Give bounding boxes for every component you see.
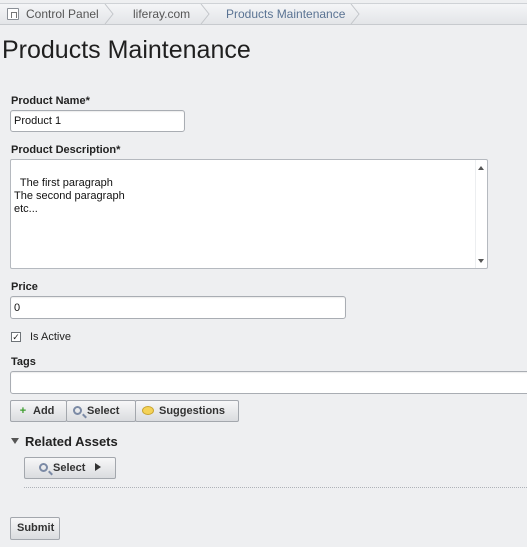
search-icon [39,463,48,472]
breadcrumb-separator-icon [350,4,360,24]
arrow-right-icon [95,463,102,471]
product-description-textarea[interactable]: The first paragraph The second paragraph… [10,159,488,269]
textarea-scrollbar[interactable] [475,160,487,268]
breadcrumb-control-panel[interactable]: Control Panel [26,4,99,24]
related-assets-title[interactable]: Related Assets [25,434,118,449]
breadcrumb-liferay[interactable]: liferay.com [133,4,190,24]
breadcrumb-products-maintenance[interactable]: Products Maintenance [226,4,345,24]
scroll-up-icon[interactable] [478,166,484,170]
price-input[interactable] [10,296,346,319]
add-tag-button[interactable]: + Add [10,400,67,422]
page-title: Products Maintenance [2,36,251,64]
price-label: Price [11,281,38,293]
speech-bubble-icon [142,406,154,415]
control-panel-icon [7,8,19,20]
collapse-toggle-icon[interactable] [11,438,19,444]
submit-button[interactable]: Submit [10,517,60,540]
breadcrumb: Control Panel liferay.com Products Maint… [0,3,527,25]
tags-input[interactable] [10,371,527,394]
select-tag-button[interactable]: Select [66,400,136,422]
breadcrumb-separator-icon [104,4,114,24]
product-name-label: Product Name* [11,95,90,107]
product-name-input[interactable] [10,110,185,132]
add-icon: + [19,405,27,417]
is-active-label: Is Active [30,331,71,343]
search-icon [73,406,82,415]
breadcrumb-separator-icon [200,4,210,24]
tags-label: Tags [11,356,36,368]
scroll-down-icon[interactable] [478,259,484,263]
divider [24,487,527,488]
product-description-text: The first paragraph The second paragraph… [14,177,125,215]
product-description-label: Product Description* [11,144,121,156]
is-active-checkbox[interactable]: ✓ [11,332,21,342]
suggestions-button[interactable]: Suggestions [135,400,239,422]
related-assets-select-button[interactable]: Select [24,457,116,479]
